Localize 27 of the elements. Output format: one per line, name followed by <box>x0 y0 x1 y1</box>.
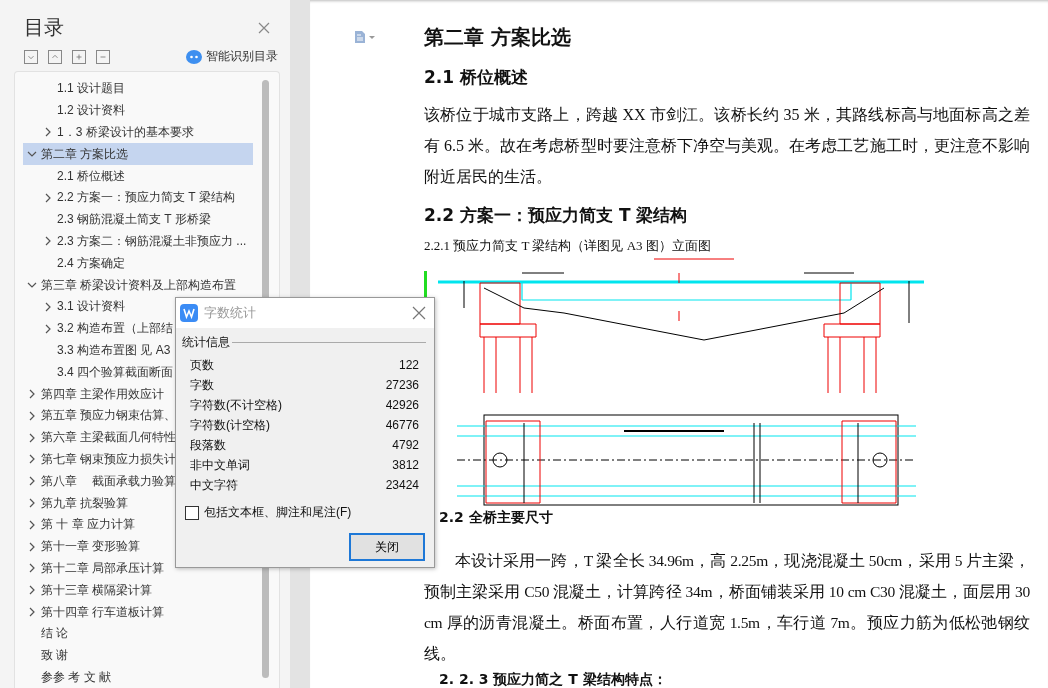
stat-value: 27236 <box>385 378 419 392</box>
group-label: 统计信息 <box>182 334 230 351</box>
smart-toc-label: 智能识别目录 <box>206 48 278 65</box>
stat-label: 页数 <box>190 356 214 374</box>
dialog-title: 字数统计 <box>204 304 256 322</box>
stat-value: 23424 <box>385 478 419 492</box>
stat-label: 非中文单词 <box>190 456 250 474</box>
chapter-heading: 第二章 方案比选 <box>424 24 572 51</box>
stat-label: 字数 <box>190 376 214 394</box>
stat-label: 中文字符 <box>190 476 238 494</box>
stat-label: 字符数(不计空格) <box>190 396 282 414</box>
stat-label: 段落数 <box>190 436 226 454</box>
checkbox-label: 包括文本框、脚注和尾注(F) <box>204 504 352 521</box>
stat-value: 122 <box>398 358 419 372</box>
stat-value: 42926 <box>385 398 419 412</box>
paragraph: 该桥位于城市支路上，跨越 XX 市剑江。该桥长约 35 米，其路线标高与地面标高之差有 6.5 米。故在考虑桥型时要注意桥下净空与美观。在考虑工艺施工时，更注意不影响附近居民的生活。 <box>424 105 1030 187</box>
figure-caption: 2.2.1 预应力简支 T 梁结构（详图见 A3 图）立面图 <box>424 237 712 255</box>
stat-value: 3812 <box>392 458 419 472</box>
stat-value: 46776 <box>385 418 419 432</box>
section-heading: 2.2 方案一：预应力简支 T 梁结构 <box>424 204 689 227</box>
paragraph: 本设计采用一跨，T 梁全长 34.96m，高 2.25m，现浇混凝土 50cm，采用 5 片主梁，预制主梁采用 C50 混凝土，计算跨径 34m，桥面铺装采用 10 cm C30 混凝土，面层用 30 cm 厚的沥青混凝土。桥面布置，人行道宽 1.5m，车行道 7m。预应力筋为低松弛钢纹线。 <box>424 551 1030 664</box>
stat-value: 4792 <box>392 438 419 452</box>
stat-label: 字符数(计空格) <box>190 416 270 434</box>
subsection-heading: 2. 2. 3 预应力简之 T 梁结构特点： <box>439 671 668 688</box>
section-heading: 2.1 桥位概述 <box>424 66 530 89</box>
panel-title: 目录 <box>24 15 64 40</box>
subsection-heading: 2.2 全桥主要尺寸 <box>439 509 554 527</box>
